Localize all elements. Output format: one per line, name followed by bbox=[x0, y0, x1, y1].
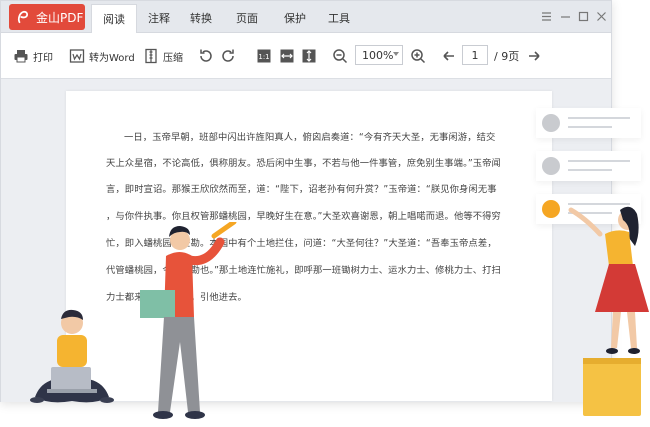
zoom-value: 100% bbox=[362, 48, 394, 62]
radio-icon bbox=[542, 114, 560, 132]
close-icon[interactable] bbox=[595, 10, 607, 22]
arrow-left-icon bbox=[443, 51, 454, 61]
zoom-in-icon bbox=[411, 49, 426, 64]
radio-selected-icon bbox=[542, 200, 560, 218]
chevron-down-icon bbox=[393, 52, 399, 56]
to-word-label: 转为Word bbox=[89, 52, 135, 64]
text-line: ，与你件执事。你且权管那蟠桃园，早晚好生在意。”大圣欢喜谢恩，朝上唱喏而退。他等… bbox=[106, 211, 501, 222]
person-pencil-illustration bbox=[140, 222, 237, 419]
tab-annotate[interactable]: 注释 bbox=[140, 4, 178, 31]
convert-word-icon bbox=[69, 49, 85, 63]
rotate-right-button[interactable] bbox=[220, 46, 240, 66]
fit-width-icon bbox=[280, 49, 294, 63]
title-bar: 金山PDF 阅读 注释 转换 页面 保护 工具 bbox=[1, 1, 611, 33]
tab-annotate-label: 注释 bbox=[148, 11, 170, 25]
minimize-icon[interactable] bbox=[559, 10, 571, 22]
stage: 金山PDF 阅读 注释 转换 页面 保护 工具 打印 转为Word 压缩 1:1… bbox=[0, 0, 650, 427]
tab-tools-label: 工具 bbox=[328, 11, 350, 25]
fit-page-icon bbox=[302, 49, 316, 63]
tab-convert-label: 转换 bbox=[190, 11, 212, 25]
print-label: 打印 bbox=[33, 52, 53, 64]
actual-size-icon: 1:1 bbox=[257, 49, 271, 63]
option-card-2[interactable] bbox=[536, 151, 641, 181]
rotate-left-icon bbox=[200, 49, 212, 62]
page-input[interactable]: 1 bbox=[462, 45, 488, 65]
option-card-1[interactable] bbox=[536, 108, 641, 138]
to-word-button[interactable]: 转为Word bbox=[69, 46, 135, 66]
toolbar: 打印 转为Word 压缩 1:1 100% 1 / 9页 bbox=[1, 33, 611, 79]
placeholder-line bbox=[568, 117, 630, 119]
page-number: 1 bbox=[471, 48, 479, 62]
tab-tools[interactable]: 工具 bbox=[320, 4, 358, 31]
actual-size-button[interactable]: 1:1 bbox=[256, 46, 276, 66]
compress-button[interactable]: 压缩 bbox=[143, 46, 183, 66]
text-line: 一日，玉帝早朝，班部中闪出许旌阳真人，俯囟启奏道：“今有齐天大圣，无事闲游，结交 bbox=[124, 132, 496, 143]
tab-read[interactable]: 阅读 bbox=[91, 4, 137, 33]
menu-icon[interactable] bbox=[540, 10, 552, 22]
text-line: 天上众星宿，不论高低，俱称朋友。恐后闲中生事，不若与他一件事管，庶免别生事端。”… bbox=[106, 158, 501, 169]
app-title: 金山PDF bbox=[36, 10, 84, 25]
svg-text:1:1: 1:1 bbox=[258, 53, 269, 61]
person-block-illustration bbox=[568, 206, 649, 416]
maximize-icon[interactable] bbox=[577, 10, 589, 22]
compress-icon bbox=[145, 48, 157, 64]
rotate-right-icon bbox=[222, 49, 234, 62]
tab-pages-label: 页面 bbox=[236, 11, 258, 25]
tab-protect-label: 保护 bbox=[284, 11, 306, 25]
zoom-out-button[interactable] bbox=[332, 46, 352, 66]
pdf-logo-icon bbox=[17, 10, 29, 24]
prev-page-button[interactable] bbox=[441, 46, 461, 66]
app-tab[interactable]: 金山PDF bbox=[9, 4, 85, 30]
person-laptop-illustration bbox=[30, 309, 114, 403]
fit-page-button[interactable] bbox=[301, 46, 321, 66]
placeholder-line bbox=[568, 160, 630, 162]
zoom-in-button[interactable] bbox=[410, 46, 430, 66]
radio-icon bbox=[542, 157, 560, 175]
placeholder-line bbox=[568, 169, 612, 171]
rotate-left-button[interactable] bbox=[198, 46, 218, 66]
printer-icon bbox=[14, 50, 28, 63]
fit-width-button[interactable] bbox=[279, 46, 299, 66]
next-page-button[interactable] bbox=[526, 46, 546, 66]
tab-convert[interactable]: 转换 bbox=[182, 4, 220, 31]
compress-label: 压缩 bbox=[163, 52, 183, 64]
arrow-right-icon bbox=[529, 51, 540, 61]
zoom-out-icon bbox=[333, 49, 348, 64]
zoom-select[interactable]: 100% bbox=[355, 45, 403, 65]
tab-protect[interactable]: 保护 bbox=[276, 4, 314, 31]
tab-read-label: 阅读 bbox=[103, 13, 125, 26]
placeholder-line bbox=[568, 126, 612, 128]
text-line: 言，即时宣诏。那猴王欣欣然而至，道：“陛下，诏老孙有何升赏？”玉帝道：“朕见你身… bbox=[106, 184, 497, 195]
tab-pages[interactable]: 页面 bbox=[228, 4, 266, 31]
print-button[interactable]: 打印 bbox=[13, 46, 53, 66]
page-total: / 9页 bbox=[494, 50, 520, 63]
